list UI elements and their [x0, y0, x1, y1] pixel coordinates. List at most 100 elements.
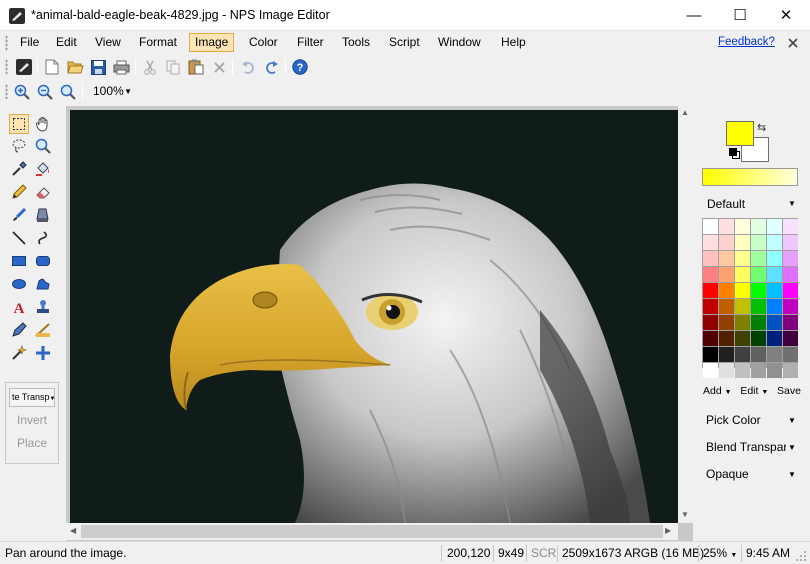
palette-swatch[interactable] [783, 283, 798, 298]
app-icon[interactable] [14, 57, 34, 77]
palette-swatch[interactable] [703, 267, 718, 282]
reset-colors-icon[interactable] [729, 148, 740, 159]
pen-icon[interactable] [9, 320, 29, 340]
scroll-left-icon[interactable]: ◀ [70, 526, 76, 535]
paint-bucket-icon[interactable] [33, 159, 53, 179]
palette-swatch[interactable] [767, 315, 782, 330]
palette-swatch[interactable] [719, 331, 734, 346]
palette-swatch[interactable] [735, 283, 750, 298]
palette-edit-button[interactable]: Edit ▼ [740, 385, 768, 397]
opacity-mode-menu[interactable]: Opaque [706, 467, 786, 481]
menu-tools[interactable]: Tools [337, 33, 375, 52]
magic-wand-icon[interactable] [9, 343, 29, 363]
palette-swatch[interactable] [719, 251, 734, 266]
palette-swatch[interactable] [783, 299, 798, 314]
scroll-up-icon[interactable]: ▲ [681, 108, 689, 117]
rounded-rectangle-icon[interactable] [33, 251, 53, 271]
palette-add-button[interactable]: Add ▼ [703, 385, 732, 397]
palette-swatch[interactable] [783, 315, 798, 330]
swap-colors-icon[interactable]: ⇆ [757, 121, 766, 134]
palette-swatch[interactable] [767, 267, 782, 282]
palette-swatch[interactable] [751, 347, 766, 362]
horizontal-scrollbar[interactable]: ◀ ▶ [66, 523, 678, 540]
invert-button[interactable]: Invert [6, 413, 58, 427]
palette-swatch[interactable] [767, 219, 782, 234]
palette-swatch[interactable] [767, 235, 782, 250]
line-icon[interactable] [9, 228, 29, 248]
palette-swatch[interactable] [783, 331, 798, 346]
feedback-link[interactable]: Feedback? [718, 36, 775, 48]
menu-image[interactable]: Image [189, 33, 235, 52]
palette-swatch[interactable] [783, 219, 798, 234]
rectangle-select-icon[interactable] [9, 114, 29, 134]
image-canvas[interactable] [70, 110, 678, 523]
save-icon[interactable] [88, 57, 108, 77]
palette-swatch[interactable] [783, 235, 798, 250]
zoom-in-icon[interactable] [12, 82, 32, 102]
palette-swatch[interactable] [703, 331, 718, 346]
menu-filter[interactable]: Filter [292, 33, 329, 52]
palette-swatch[interactable] [703, 315, 718, 330]
palette-swatch[interactable] [767, 283, 782, 298]
freeform-shape-icon[interactable] [33, 274, 53, 294]
blend-mode-menu[interactable]: Blend Transparency [706, 440, 786, 454]
palette-swatch[interactable] [783, 363, 798, 378]
pan-hand-icon[interactable] [33, 114, 53, 134]
palette-swatch[interactable] [767, 347, 782, 362]
palette-swatch[interactable] [719, 267, 734, 282]
palette-swatch[interactable] [751, 235, 766, 250]
palette-swatch[interactable] [719, 347, 734, 362]
text-tool-icon[interactable]: A [9, 297, 29, 317]
palette-swatch[interactable] [719, 363, 734, 378]
palette-swatch[interactable] [751, 267, 766, 282]
palette-swatch[interactable] [719, 299, 734, 314]
resize-grip-icon[interactable] [795, 550, 807, 562]
palette-swatch[interactable] [703, 235, 718, 250]
palette-swatch[interactable] [751, 299, 766, 314]
undo-icon[interactable] [238, 57, 258, 77]
palette-swatch[interactable] [783, 347, 798, 362]
close-button[interactable]: ✕ [763, 0, 809, 30]
status-zoom[interactable]: 25% ▼ [703, 545, 737, 562]
palette-swatch[interactable] [703, 283, 718, 298]
palette-swatch[interactable] [719, 235, 734, 250]
app-icon[interactable] [9, 8, 25, 24]
cut-icon[interactable] [140, 57, 160, 77]
move-cross-icon[interactable] [33, 343, 53, 363]
new-file-icon[interactable] [42, 57, 62, 77]
palette-swatch[interactable] [767, 331, 782, 346]
palette-swatch[interactable] [767, 363, 782, 378]
palette-swatch[interactable] [767, 251, 782, 266]
palette-save-button[interactable]: Save [777, 385, 801, 397]
curve-icon[interactable] [33, 228, 53, 248]
eraser-icon[interactable] [33, 182, 53, 202]
redo-icon[interactable] [261, 57, 281, 77]
palette-swatch[interactable] [751, 363, 766, 378]
pick-color-menu[interactable]: Pick Color [706, 413, 792, 427]
menu-view[interactable]: View [90, 33, 126, 52]
palette-swatch[interactable] [735, 331, 750, 346]
palette-swatch[interactable] [735, 347, 750, 362]
palette-swatch[interactable] [703, 299, 718, 314]
print-icon[interactable] [111, 57, 131, 77]
lasso-select-icon[interactable] [9, 136, 29, 156]
menu-script[interactable]: Script [384, 33, 425, 52]
close-document-icon[interactable] [787, 37, 799, 49]
palette-swatch[interactable] [719, 219, 734, 234]
palette-swatch[interactable] [751, 331, 766, 346]
palette-swatch[interactable] [751, 283, 766, 298]
horizontal-scroll-thumb[interactable] [81, 525, 663, 538]
help-icon[interactable]: ? [290, 57, 310, 77]
palette-swatch[interactable] [767, 299, 782, 314]
scroll-down-icon[interactable]: ▼ [681, 510, 689, 519]
place-button[interactable]: Place [6, 436, 58, 450]
primary-color-swatch[interactable] [726, 121, 754, 146]
color-palette-grid[interactable] [702, 218, 798, 378]
clone-stamp-icon[interactable] [33, 205, 53, 225]
ellipse-shape-icon[interactable] [9, 274, 29, 294]
zoom-out-icon[interactable] [35, 82, 55, 102]
palette-swatch[interactable] [735, 235, 750, 250]
palette-swatch[interactable] [703, 219, 718, 234]
palette-swatch[interactable] [719, 315, 734, 330]
open-folder-icon[interactable] [65, 57, 85, 77]
